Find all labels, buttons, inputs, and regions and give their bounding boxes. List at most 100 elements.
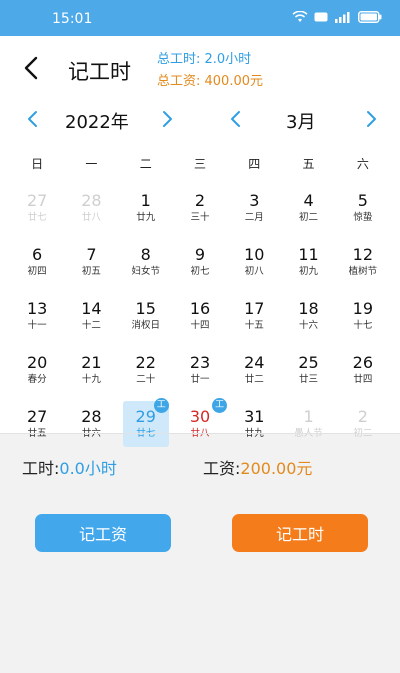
calendar-day[interactable]: 9 初七 bbox=[173, 239, 227, 285]
day-number: 28 bbox=[81, 407, 102, 426]
lunar-date: 初五 bbox=[81, 266, 101, 277]
calendar-day[interactable]: 14 十二 bbox=[64, 293, 118, 339]
calendar-day[interactable]: 8 妇女节 bbox=[119, 239, 173, 285]
lunar-date: 三十 bbox=[190, 212, 210, 223]
calendar-day[interactable]: 5 惊蛰 bbox=[336, 185, 390, 231]
calendar-day[interactable]: 28廿六 bbox=[64, 401, 118, 447]
weekday-thu: 四 bbox=[248, 157, 261, 171]
day-number: 10 bbox=[244, 245, 265, 264]
signal-icon bbox=[335, 12, 350, 23]
prev-year-chevron-icon[interactable] bbox=[24, 110, 42, 128]
lunar-date: 初七 bbox=[190, 266, 210, 277]
calendar-day[interactable]: 25 廿三 bbox=[281, 347, 335, 393]
calendar-day[interactable]: 10 初八 bbox=[227, 239, 281, 285]
calendar-grid: 27 廿七 28 廿八 1 廿九 2 三十 3 二月 4 初二 5 惊蛰 6 初四 7 初五 8 妇女节 9 初七 10 初八… bbox=[10, 185, 390, 447]
calendar-day[interactable]: 27 廿七 bbox=[10, 185, 64, 231]
lunar-date: 初四 bbox=[27, 266, 47, 277]
day-number: 20 bbox=[26, 353, 48, 372]
lunar-date: 二十 bbox=[136, 374, 156, 385]
calendar-day[interactable]: 23 廿一 bbox=[173, 347, 227, 393]
calendar-day[interactable]: 18 十六 bbox=[281, 293, 335, 339]
day-number: 16 bbox=[189, 299, 211, 318]
summary-block: 总工时: 2.0小时 总工资: 400.00元 bbox=[157, 49, 263, 93]
wage-stat: 工资:200.00元 bbox=[203, 455, 312, 479]
calendar-day[interactable]: 31廿九 bbox=[227, 401, 281, 447]
day-number: 13 bbox=[26, 299, 48, 318]
lunar-date: 初八 bbox=[244, 266, 264, 277]
divider bbox=[0, 433, 400, 434]
calendar-day[interactable]: 3 二月 bbox=[227, 185, 281, 231]
hours-stat: 工时:0.0小时 bbox=[22, 455, 117, 479]
calendar-day[interactable]: 24 廿二 bbox=[227, 347, 281, 393]
year-label: 2022年 bbox=[65, 112, 129, 133]
calendar-day[interactable]: 1 廿九 bbox=[119, 185, 173, 231]
calendar-day[interactable]: 20 春分 bbox=[10, 347, 64, 393]
calendar-day[interactable]: 19 十七 bbox=[336, 293, 390, 339]
hours-label: 工时: bbox=[22, 459, 60, 478]
day-number: 2 bbox=[194, 191, 206, 210]
page-title: 记工时 bbox=[68, 60, 131, 84]
calendar-day[interactable]: 29廿七 工 bbox=[122, 398, 169, 447]
lunar-date: 十四 bbox=[190, 320, 210, 331]
day-number: 26 bbox=[352, 353, 374, 372]
lunar-date: 初二 bbox=[353, 427, 372, 441]
calendar-day[interactable]: 2初二 bbox=[336, 401, 390, 447]
record-wage-button[interactable]: 记工资 bbox=[35, 514, 171, 552]
calendar-day[interactable]: 22 二十 bbox=[119, 347, 173, 393]
calendar-day[interactable]: 26 廿四 bbox=[336, 347, 390, 393]
lunar-date: 十七 bbox=[353, 320, 373, 331]
day-number: 7 bbox=[86, 245, 97, 264]
calendar-day[interactable]: 27廿五 bbox=[10, 401, 64, 447]
day-number: 17 bbox=[244, 299, 265, 318]
status-icons bbox=[292, 11, 382, 23]
hd-icon bbox=[314, 12, 328, 22]
calendar-day[interactable]: 2 三十 bbox=[173, 185, 227, 231]
calendar-day[interactable]: 7 初五 bbox=[64, 239, 118, 285]
back-arrow-icon[interactable] bbox=[18, 54, 46, 82]
day-number: 2 bbox=[357, 407, 368, 426]
lunar-date: 廿九 bbox=[245, 427, 264, 441]
day-number: 23 bbox=[189, 353, 211, 372]
calendar-day[interactable]: 16 十四 bbox=[173, 293, 227, 339]
lunar-date: 十六 bbox=[299, 320, 319, 331]
day-number: 15 bbox=[135, 299, 156, 318]
day-number: 9 bbox=[194, 245, 206, 264]
calendar-day[interactable]: 28 廿八 bbox=[64, 185, 118, 231]
calendar-day[interactable]: 1愚人节 bbox=[281, 401, 335, 447]
day-number: 6 bbox=[32, 245, 43, 264]
wage-value: 200.00元 bbox=[240, 459, 313, 478]
lunar-date: 廿四 bbox=[353, 374, 373, 385]
calendar-day[interactable]: 21 十九 bbox=[64, 347, 118, 393]
lunar-date: 廿八 bbox=[81, 212, 101, 223]
calendar-day[interactable]: 15 消权日 bbox=[119, 293, 173, 339]
prev-month-chevron-icon[interactable] bbox=[227, 110, 245, 128]
record-hours-button[interactable]: 记工时 bbox=[232, 514, 368, 552]
day-number: 1 bbox=[303, 407, 314, 426]
battery-icon bbox=[358, 11, 382, 23]
year-selector: 2022年 bbox=[0, 104, 200, 134]
calendar-day[interactable]: 12 植树节 bbox=[336, 239, 390, 285]
day-number: 4 bbox=[303, 191, 314, 210]
calendar-day[interactable]: 13 十一 bbox=[10, 293, 64, 339]
next-month-chevron-icon[interactable] bbox=[362, 110, 380, 128]
lunar-date: 初九 bbox=[299, 266, 319, 277]
day-number: 31 bbox=[244, 407, 265, 426]
weekday-header: 日 一 二 三 四 五 六 bbox=[10, 155, 390, 172]
day-number: 19 bbox=[352, 299, 374, 318]
lunar-date: 廿七 bbox=[27, 212, 47, 223]
lunar-date: 愚人节 bbox=[294, 427, 323, 441]
month-label: 3月 bbox=[286, 112, 316, 133]
day-number: 11 bbox=[298, 245, 319, 264]
day-number: 1 bbox=[140, 191, 151, 210]
calendar-day[interactable]: 17 十五 bbox=[227, 293, 281, 339]
next-year-chevron-icon[interactable] bbox=[158, 110, 176, 128]
day-number: 30 bbox=[189, 407, 211, 426]
work-badge: 工 bbox=[153, 398, 169, 413]
day-number: 14 bbox=[81, 299, 102, 318]
calendar-day[interactable]: 30廿八工 bbox=[173, 398, 228, 447]
wifi-icon bbox=[292, 11, 308, 22]
calendar-day[interactable]: 4 初二 bbox=[281, 185, 335, 231]
calendar-day[interactable]: 11 初九 bbox=[281, 239, 335, 285]
calendar-day[interactable]: 6 初四 bbox=[10, 239, 64, 285]
lunar-date: 廿七 bbox=[136, 427, 155, 441]
